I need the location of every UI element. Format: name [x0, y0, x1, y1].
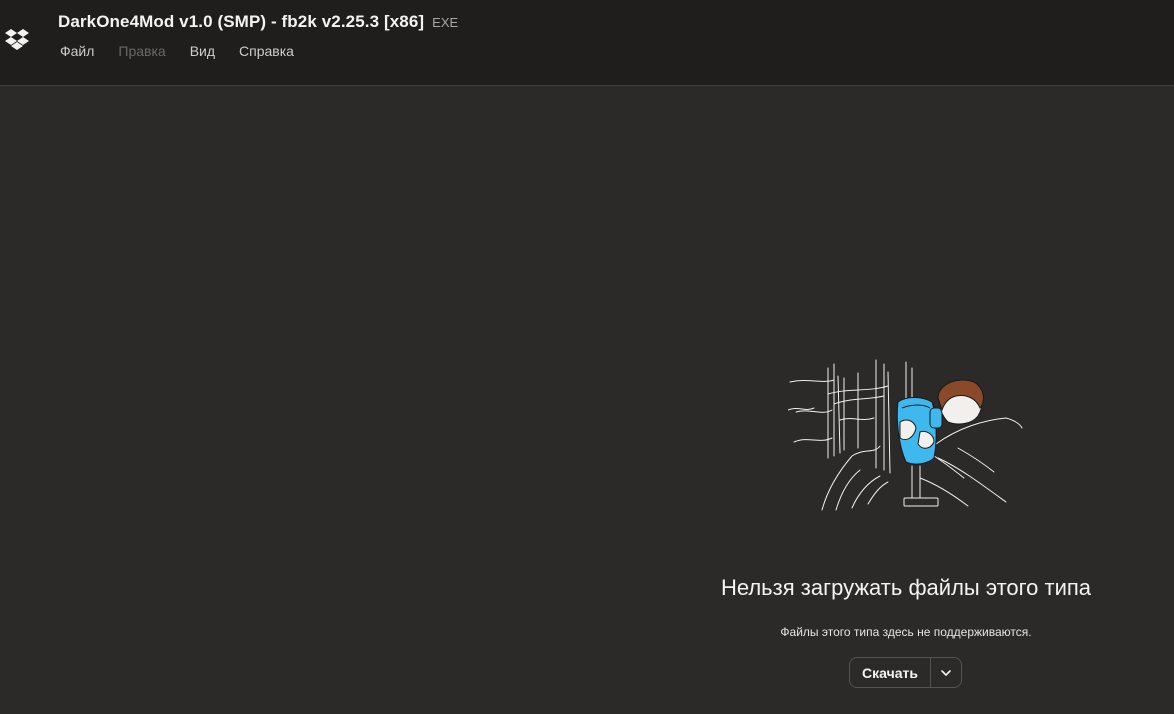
download-button-group: Скачать: [849, 657, 962, 688]
chevron-down-icon: [941, 669, 951, 676]
top-bar: DarkOne4Mod v1.0 (SMP) - fb2k v2.25.3 [x…: [0, 0, 1174, 86]
menu-item-file[interactable]: Файл: [60, 43, 94, 59]
file-title-row: DarkOne4Mod v1.0 (SMP) - fb2k v2.25.3 [x…: [58, 12, 458, 32]
menu-item-help[interactable]: Справка: [239, 43, 294, 59]
menu-item-view[interactable]: Вид: [190, 43, 215, 59]
menu-bar: Файл Правка Вид Справка: [60, 43, 318, 59]
download-options-button[interactable]: [931, 658, 961, 687]
menu-item-edit: Правка: [118, 43, 166, 59]
binoculars-illustration: [788, 359, 1023, 511]
download-button[interactable]: Скачать: [850, 658, 930, 687]
dropbox-logo-icon[interactable]: [5, 28, 29, 50]
file-title: DarkOne4Mod v1.0 (SMP) - fb2k v2.25.3 [x…: [58, 12, 425, 31]
file-extension-badge: EXE: [432, 15, 459, 30]
error-title: Нельзя загружать файлы этого типа: [720, 575, 1092, 600]
error-subtitle: Файлы этого типа здесь не поддерживаются…: [780, 625, 1032, 639]
